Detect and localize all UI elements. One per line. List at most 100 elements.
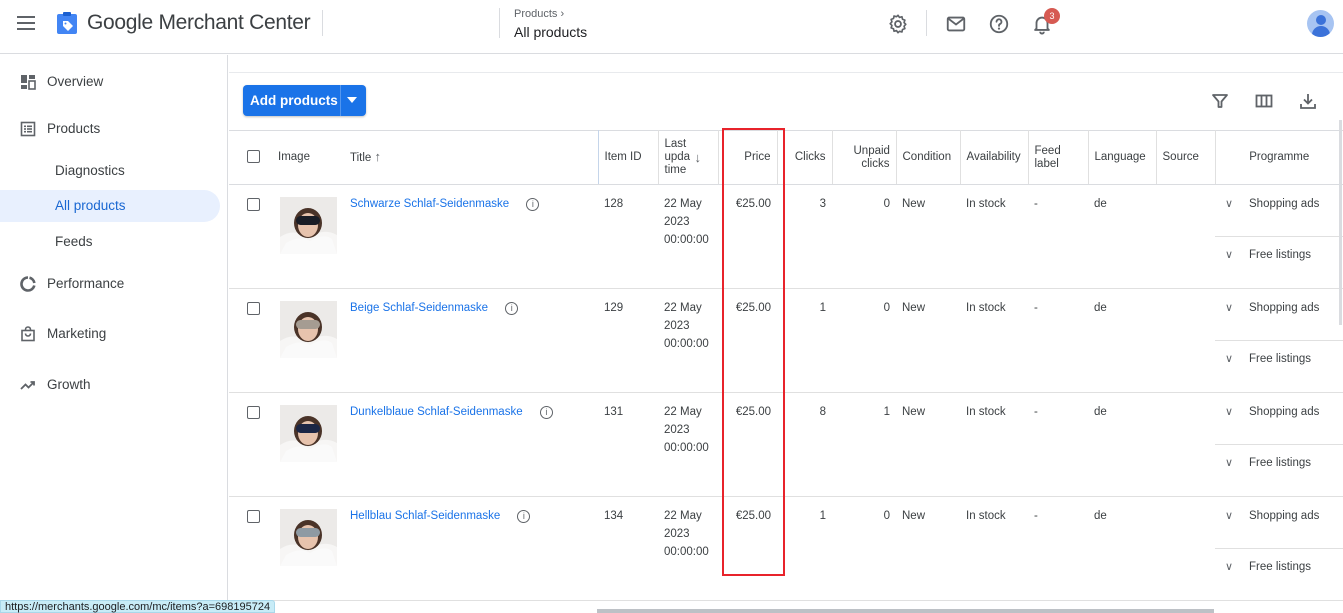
unpaid-clicks: 0 xyxy=(832,496,896,601)
programme-free-listings[interactable]: ∨ Free listings xyxy=(1225,350,1311,368)
sidebar-item-performance[interactable]: Performance xyxy=(0,268,220,300)
column-header-source[interactable]: Source xyxy=(1156,130,1216,185)
source xyxy=(1156,184,1215,289)
sidebar-item-all-products[interactable]: All products xyxy=(0,190,220,222)
language: de xyxy=(1088,184,1156,289)
mail-icon[interactable] xyxy=(945,13,967,35)
row-checkbox[interactable] xyxy=(247,302,260,315)
dashboard-icon xyxy=(21,75,36,90)
chevron-down-icon: ∨ xyxy=(1225,457,1234,469)
table-row[interactable]: Beige Schlaf-Seidenmaske i 129 22 May 202… xyxy=(229,288,1343,393)
column-header-item-id[interactable]: Item ID xyxy=(598,130,659,185)
programme-cell: ∨ Shopping ads ∨ Free listings xyxy=(1215,288,1343,393)
info-icon[interactable]: i xyxy=(539,406,553,419)
programme-cell: ∨ Shopping ads ∨ Free listings xyxy=(1215,496,1343,601)
column-header-condition[interactable]: Condition xyxy=(896,130,961,185)
column-header-last-update[interactable]: Last upda time ↓ xyxy=(658,130,719,185)
table-row[interactable]: Hellblau Schlaf-Seidenmaske i 134 22 May… xyxy=(229,496,1343,601)
condition: New xyxy=(896,392,960,497)
column-header-language[interactable]: Language xyxy=(1088,130,1157,185)
row-checkbox[interactable] xyxy=(247,510,260,523)
filter-icon[interactable] xyxy=(1211,92,1229,110)
item-id: 128 xyxy=(598,184,658,289)
download-icon[interactable] xyxy=(1299,92,1317,110)
clicks: 8 xyxy=(777,392,832,497)
condition: New xyxy=(896,496,960,601)
list-icon xyxy=(20,121,36,137)
row-checkbox[interactable] xyxy=(247,406,260,419)
column-header-title[interactable]: Title ↑ xyxy=(344,130,599,185)
info-icon[interactable]: i xyxy=(517,510,531,523)
gear-icon[interactable] xyxy=(887,13,909,35)
chevron-down-icon: ∨ xyxy=(1225,510,1234,522)
sidebar-item-overview[interactable]: Overview xyxy=(0,66,220,98)
info-icon[interactable]: i xyxy=(526,198,540,211)
sidebar-item-marketing[interactable]: Marketing xyxy=(0,318,220,350)
sidebar-item-products[interactable]: Products xyxy=(0,113,220,145)
dropdown-caret-icon[interactable] xyxy=(347,97,357,103)
feed-label: - xyxy=(1028,288,1088,393)
source xyxy=(1156,392,1215,497)
info-icon[interactable]: i xyxy=(505,302,519,315)
column-header-availability[interactable]: Availability xyxy=(960,130,1029,185)
programme-free-listings[interactable]: ∨ Free listings xyxy=(1225,558,1311,576)
programme-shopping-ads[interactable]: ∨ Shopping ads xyxy=(1225,195,1319,213)
donut-icon xyxy=(20,276,36,292)
clicks: 1 xyxy=(777,288,832,393)
column-header-price[interactable]: Price xyxy=(718,130,778,185)
feed-label: - xyxy=(1028,184,1088,289)
products-table: Image Title ↑ Item ID Last upda time ↓ P… xyxy=(229,130,1343,601)
sidebar-item-growth[interactable]: Growth xyxy=(0,369,220,401)
avatar[interactable] xyxy=(1307,10,1334,37)
product-thumbnail[interactable] xyxy=(280,509,337,566)
column-header-feed-label[interactable]: Feed label xyxy=(1028,130,1089,185)
sidebar: Overview Products Diagnostics All produc… xyxy=(0,55,228,613)
table-row[interactable]: Schwarze Schlaf-Seidenmaske i 128 22 May… xyxy=(229,184,1343,289)
product-thumbnail[interactable] xyxy=(280,197,337,254)
feed-label: - xyxy=(1028,392,1088,497)
sidebar-item-label: Overview xyxy=(47,74,104,89)
hamburger-icon[interactable] xyxy=(17,16,35,30)
product-thumbnail[interactable] xyxy=(280,301,337,358)
row-checkbox[interactable] xyxy=(247,198,260,211)
table-row[interactable]: Dunkelblaue Schlaf-Seidenmaske i 131 22 … xyxy=(229,392,1343,497)
product-title-link[interactable]: Hellblau Schlaf-Seidenmaske xyxy=(350,510,500,522)
vertical-scrollbar[interactable] xyxy=(1339,120,1342,325)
last-update-time: 22 May 2023 00:00:00 xyxy=(658,184,718,289)
product-image xyxy=(280,509,337,566)
programme-shopping-ads[interactable]: ∨ Shopping ads xyxy=(1225,299,1319,317)
programme-free-listings[interactable]: ∨ Free listings xyxy=(1225,246,1311,264)
product-title-link[interactable]: Schwarze Schlaf-Seidenmaske xyxy=(350,198,509,210)
notification-badge: 3 xyxy=(1044,8,1060,24)
column-header-unpaid-clicks[interactable]: Unpaid clicks xyxy=(832,130,897,185)
horizontal-scrollbar[interactable] xyxy=(597,609,1214,613)
chevron-right-icon: › xyxy=(560,8,565,20)
language: de xyxy=(1088,288,1156,393)
product-title-link[interactable]: Dunkelblaue Schlaf-Seidenmaske xyxy=(350,406,523,418)
product-title-link[interactable]: Beige Schlaf-Seidenmaske xyxy=(350,302,488,314)
programme-shopping-ads[interactable]: ∨ Shopping ads xyxy=(1225,403,1319,421)
app-brand[interactable]: Google Merchant Center xyxy=(87,11,311,35)
programme-free-listings[interactable]: ∨ Free listings xyxy=(1225,454,1311,472)
sidebar-item-label: Diagnostics xyxy=(55,163,125,178)
programme-shopping-ads[interactable]: ∨ Shopping ads xyxy=(1225,507,1319,525)
add-products-button[interactable]: Add products xyxy=(243,85,366,116)
column-header-clicks[interactable]: Clicks xyxy=(777,130,833,185)
product-thumbnail[interactable] xyxy=(280,405,337,462)
product-image xyxy=(280,405,337,462)
sidebar-item-label: Performance xyxy=(47,276,125,291)
select-all-checkbox[interactable] xyxy=(247,149,260,163)
sidebar-item-label: Products xyxy=(47,121,101,136)
sort-ascending-icon: ↑ xyxy=(374,149,382,164)
price: €25.00 xyxy=(718,392,777,497)
sidebar-item-diagnostics[interactable]: Diagnostics xyxy=(0,155,220,187)
help-icon[interactable] xyxy=(988,13,1010,35)
sidebar-item-label: Growth xyxy=(47,377,91,392)
breadcrumb-parent[interactable]: Products › xyxy=(514,8,564,20)
column-header-programme[interactable]: Programme xyxy=(1215,130,1343,185)
divider xyxy=(926,10,927,36)
sidebar-item-feeds[interactable]: Feeds xyxy=(0,226,220,258)
columns-icon[interactable] xyxy=(1255,92,1273,110)
unpaid-clicks: 0 xyxy=(832,288,896,393)
main-content: Add products Image Title ↑ Item ID Last … xyxy=(229,55,1343,613)
